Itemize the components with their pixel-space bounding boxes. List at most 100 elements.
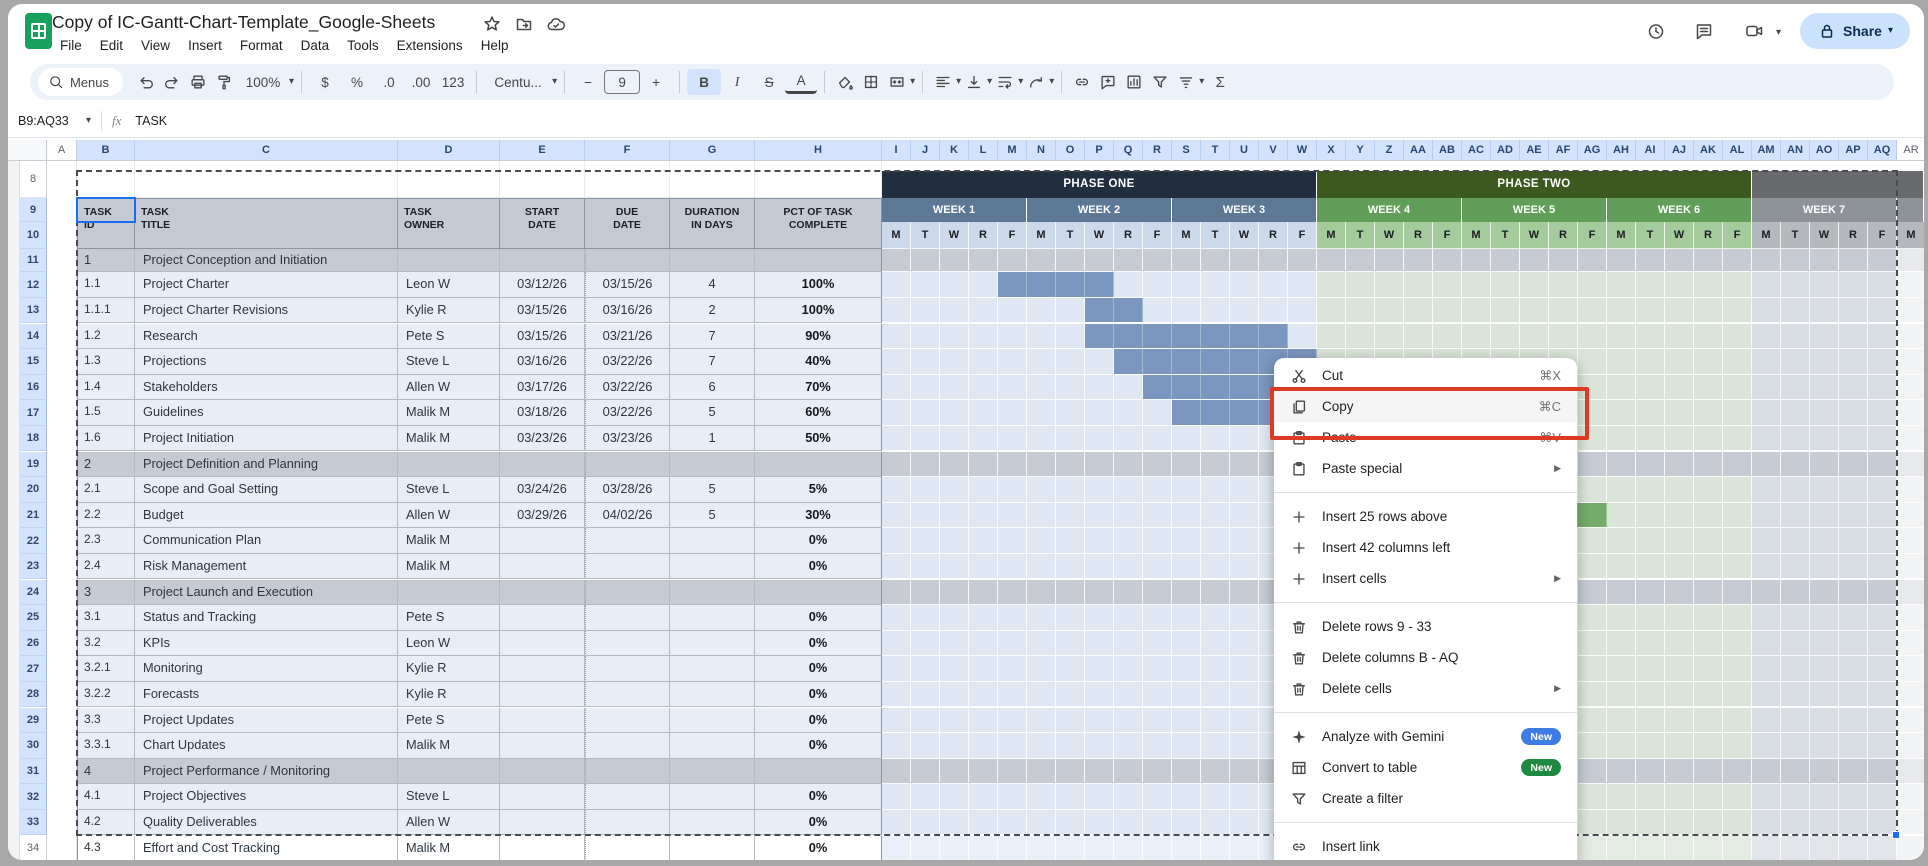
column-header-M[interactable]: M [998,140,1027,161]
gantt-cells[interactable] [882,579,1317,606]
table-cell-D11[interactable] [398,249,500,273]
gantt-cells[interactable] [1317,323,1752,350]
table-cell-E32[interactable] [500,784,585,810]
gantt-cells[interactable] [1752,374,1897,401]
table-cell-C16[interactable]: Stakeholders [135,374,398,401]
table-cell-E19[interactable] [500,451,585,478]
table-cell-B18[interactable]: 1.6 [77,425,135,452]
menu-item-insert-42-columns-left[interactable]: Insert 42 columns left [1274,532,1577,563]
column-header-AR[interactable]: AR [1897,140,1924,161]
table-cell-H28[interactable]: 0% [755,681,882,708]
table-cell-F13[interactable]: 03/16/26 [585,297,670,324]
table-cell-D17[interactable]: Malik M [398,400,500,426]
gantt-cells[interactable] [1897,733,1924,759]
row-header-33[interactable]: 33 [20,809,47,836]
table-cell-E23[interactable] [500,553,585,580]
table-cell-C18[interactable]: Project Initiation [135,425,398,452]
table-cell-F21[interactable]: 04/02/26 [585,502,670,529]
gantt-cells[interactable] [1752,323,1897,350]
gantt-cells[interactable] [1897,451,1924,478]
table-cell-B32[interactable]: 4.1 [77,784,135,810]
table-cell-E18[interactable]: 03/23/26 [500,425,585,452]
gantt-cells[interactable] [1752,297,1897,324]
gantt-cells[interactable] [1752,707,1897,734]
table-cell-C12[interactable]: Project Charter [135,272,398,298]
gantt-cells[interactable] [1897,272,1924,298]
table-cell-D15[interactable]: Steve L [398,349,500,375]
table-cell-B20[interactable]: 2.1 [77,477,135,503]
table-cell-B33[interactable]: 4.2 [77,809,135,836]
table-cell-H18[interactable]: 50% [755,425,882,452]
row-header-24[interactable]: 24 [20,579,47,606]
table-cell-H29[interactable]: 0% [755,707,882,734]
row-header-12[interactable]: 12 [20,272,47,298]
table-cell-B29[interactable]: 3.3 [77,707,135,734]
table-cell-B22[interactable]: 2.3 [77,528,135,554]
table-cell-F32[interactable] [585,784,670,810]
gantt-cells[interactable] [882,249,1317,273]
gantt-cells[interactable] [882,835,1317,860]
table-cell-H34[interactable]: 0% [755,835,882,860]
gantt-cells[interactable] [1752,681,1897,708]
table-cell-G15[interactable]: 7 [670,349,755,375]
gantt-cells[interactable] [1897,249,1924,273]
table-cell-H14[interactable]: 90% [755,323,882,350]
table-cell-H32[interactable]: 0% [755,784,882,810]
gantt-cells[interactable] [1897,502,1924,529]
table-cell-D24[interactable] [398,579,500,606]
table-cell-E15[interactable]: 03/16/26 [500,349,585,375]
table-cell-B16[interactable]: 1.4 [77,374,135,401]
table-cell-G27[interactable] [670,656,755,682]
table-cell-C25[interactable]: Status and Tracking [135,605,398,631]
table-cell-H13[interactable]: 100% [755,297,882,324]
table-cell-E25[interactable] [500,605,585,631]
column-header-V[interactable]: V [1259,140,1288,161]
table-cell-B28[interactable]: 3.2.2 [77,681,135,708]
empty-column-a[interactable] [47,161,77,860]
row-header-20[interactable]: 20 [20,477,47,503]
table-cell-H23[interactable]: 0% [755,553,882,580]
row-header-32[interactable]: 32 [20,784,47,810]
table-cell-E21[interactable]: 03/29/26 [500,502,585,529]
table-cell-B26[interactable]: 3.2 [77,630,135,657]
table-cell-G20[interactable]: 5 [670,477,755,503]
empty-cell-E8[interactable] [500,161,585,198]
row-header-11[interactable]: 11 [20,249,47,273]
table-cell-G24[interactable] [670,579,755,606]
table-cell-F24[interactable] [585,579,670,606]
gantt-cells[interactable] [1752,425,1897,452]
table-cell-E14[interactable]: 03/15/26 [500,323,585,350]
table-cell-C24[interactable]: Project Launch and Execution [135,579,398,606]
gantt-cells[interactable] [1752,784,1897,810]
table-cell-G14[interactable]: 7 [670,323,755,350]
gantt-cells[interactable] [1752,630,1897,657]
column-header-AK[interactable]: AK [1694,140,1723,161]
column-header-AO[interactable]: AO [1810,140,1839,161]
gantt-cells[interactable] [882,528,1317,554]
column-header-AD[interactable]: AD [1491,140,1520,161]
column-header-D[interactable]: D [398,140,500,161]
table-cell-D30[interactable]: Malik M [398,733,500,759]
menu-item-delete-columns-b-aq[interactable]: Delete columns B - AQ [1274,642,1577,673]
table-cell-H31[interactable] [755,758,882,785]
gantt-cells[interactable] [1752,758,1897,785]
table-cell-D13[interactable]: Kylie R [398,297,500,324]
table-cell-B12[interactable]: 1.1 [77,272,135,298]
column-header-E[interactable]: E [500,140,585,161]
gantt-cells[interactable] [1897,605,1924,631]
table-cell-H33[interactable]: 0% [755,809,882,836]
column-header-P[interactable]: P [1085,140,1114,161]
table-cell-G13[interactable]: 2 [670,297,755,324]
table-cell-H21[interactable]: 30% [755,502,882,529]
table-cell-D18[interactable]: Malik M [398,425,500,452]
table-cell-E24[interactable] [500,579,585,606]
row-header-15[interactable]: 15 [20,349,47,375]
table-cell-G12[interactable]: 4 [670,272,755,298]
gantt-cells[interactable] [1897,477,1924,503]
column-header-R[interactable]: R [1143,140,1172,161]
gantt-cells[interactable] [1752,605,1897,631]
gantt-cells[interactable] [1897,374,1924,401]
column-header-U[interactable]: U [1230,140,1259,161]
table-cell-F31[interactable] [585,758,670,785]
table-cell-G29[interactable] [670,707,755,734]
